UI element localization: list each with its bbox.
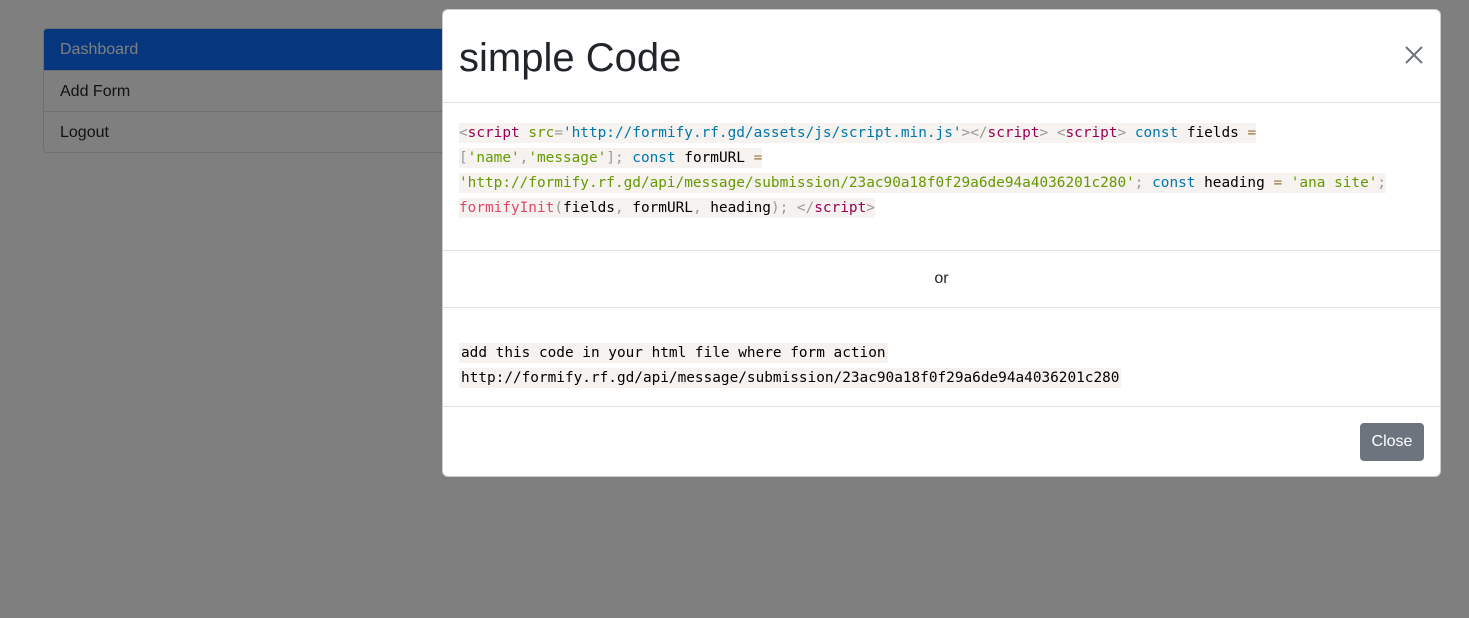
code-token: );: [770, 200, 789, 216]
code-token: >: [1117, 125, 1127, 141]
code-token: formifyInit: [459, 200, 555, 216]
code-token: >: [866, 200, 875, 216]
code-token: formURL: [623, 200, 693, 216]
code-token: >: [1039, 125, 1049, 141]
code-token: const: [1143, 175, 1196, 191]
code-token: 'message': [528, 150, 607, 166]
code-token: <: [1048, 125, 1066, 141]
code-token: ,: [614, 200, 624, 216]
code-token: heading: [1195, 175, 1274, 191]
code-token: ;: [1377, 175, 1387, 191]
code-token: ,: [692, 200, 702, 216]
modal-footer: Close: [443, 407, 1440, 476]
code-token: 'name': [467, 150, 520, 166]
code-token: </: [788, 200, 815, 216]
form-action-instruction: add this code in your html file where fo…: [459, 343, 888, 363]
code-token: =: [1247, 125, 1257, 141]
code-token: 'http://formify.rf.gd/api/message/submis…: [459, 175, 1135, 191]
code-token: 'http://formify.rf.gd/assets/js/script.m…: [562, 125, 962, 141]
code-snippet: <script src='http://formify.rf.gd/assets…: [459, 121, 1424, 221]
code-token: fields: [562, 200, 615, 216]
code-modal: simple Code <script src='http://formify.…: [442, 9, 1441, 477]
code-token: 'ana site': [1282, 175, 1378, 191]
code-token: src: [519, 125, 555, 141]
code-token: [: [459, 150, 468, 166]
code-token: ];: [606, 150, 624, 166]
code-token: formURL: [675, 150, 754, 166]
code-token: const: [1126, 125, 1179, 141]
code-token: script: [814, 200, 867, 216]
form-action-section: add this code in your html file where fo…: [443, 308, 1440, 407]
form-action-url: http://formify.rf.gd/api/message/submiss…: [459, 368, 1122, 388]
code-token: const: [623, 150, 676, 166]
code-token: ></: [961, 125, 988, 141]
code-token: =: [1273, 175, 1283, 191]
code-token: <: [459, 125, 468, 141]
code-token: =: [753, 150, 763, 166]
code-token: fields: [1178, 125, 1248, 141]
modal-header: simple Code: [443, 10, 1440, 103]
form-action-text: add this code in your html file where fo…: [459, 341, 1424, 391]
code-token: script: [1065, 125, 1118, 141]
or-divider: or: [443, 251, 1440, 308]
modal-title: simple Code: [459, 36, 682, 80]
close-button[interactable]: Close: [1360, 423, 1424, 461]
code-token: script: [987, 125, 1040, 141]
code-token: script: [467, 125, 520, 141]
close-icon[interactable]: [1402, 43, 1426, 67]
code-token: =: [554, 125, 563, 141]
or-text: or: [934, 270, 949, 287]
code-token: heading: [701, 200, 771, 216]
code-snippet-section: <script src='http://formify.rf.gd/assets…: [443, 103, 1440, 251]
code-token: (: [554, 200, 563, 216]
